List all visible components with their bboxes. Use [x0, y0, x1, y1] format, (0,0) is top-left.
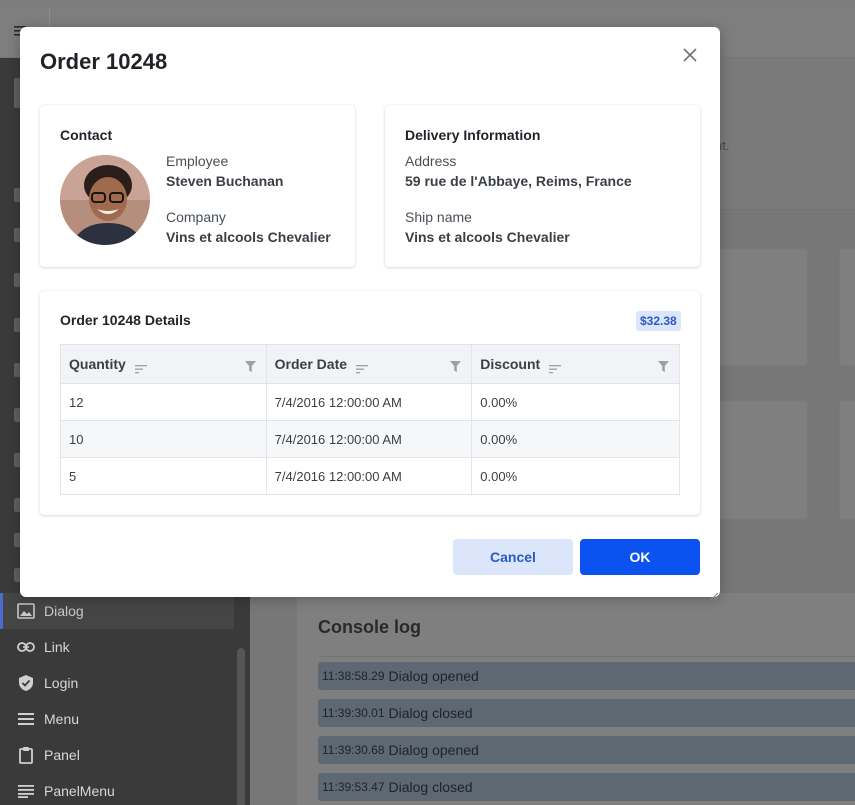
order-date-cell: 7/4/2016 12:00:00 AM	[265, 383, 473, 421]
discount-cell: 0.00%	[471, 420, 680, 458]
sidebar-item-label: Link	[44, 639, 70, 655]
column-header-label: Quantity	[69, 356, 126, 372]
console-title: Console log	[318, 617, 421, 637]
sidebar-scrollbar[interactable]	[237, 648, 245, 805]
sidebar-item-login[interactable]: Login	[0, 665, 234, 701]
log-message: Dialog opened	[388, 668, 479, 684]
sidebar-item-label: Dialog	[44, 603, 84, 619]
ok-button[interactable]: OK	[580, 539, 700, 575]
sidebar-item-menu[interactable]: Menu	[0, 701, 234, 737]
menu-icon	[16, 710, 36, 728]
bg-card	[839, 400, 855, 520]
address-label: Address	[405, 153, 457, 169]
employee-avatar	[60, 155, 150, 245]
bg-card	[839, 248, 855, 366]
quantity-cell: 12	[60, 383, 267, 421]
sidebar-item-label: Menu	[44, 711, 80, 727]
ship-name-label: Ship name	[405, 209, 472, 225]
resize-handle-icon[interactable]	[710, 587, 719, 601]
quantity-cell: 10	[60, 420, 267, 458]
sidebar-item-label: Panel	[44, 747, 80, 763]
filter-icon[interactable]	[658, 359, 669, 372]
table-header-row: Quantity Order Date Discount	[60, 344, 680, 384]
order-date-cell: 7/4/2016 12:00:00 AM	[265, 420, 473, 458]
log-entry: 11:38:58.29 Dialog opened	[318, 662, 855, 690]
filter-icon[interactable]	[244, 359, 256, 372]
sidebar-item-label: PanelMenu	[44, 783, 115, 799]
list-icon	[16, 782, 36, 800]
sidebar-item-dialog[interactable]: Dialog	[0, 593, 234, 629]
delivery-title: Delivery Information	[405, 127, 541, 143]
contact-card: Contact Employee Steven Buchanan Company…	[40, 105, 355, 267]
order-dialog: Order 10248 Contact Employee Steven Buch…	[20, 27, 720, 601]
log-message: Dialog opened	[388, 742, 479, 758]
console-divider	[318, 656, 855, 657]
contact-title: Contact	[60, 127, 113, 143]
filter-icon[interactable]	[450, 359, 462, 372]
column-header-label: Discount	[480, 356, 541, 372]
log-entry: 11:39:53.47 Dialog closed	[318, 773, 855, 801]
delivery-card: Delivery Information Address 59 rue de l…	[385, 105, 700, 267]
price-badge: $32.38	[636, 311, 681, 331]
log-entry: 11:39:30.01 Dialog closed	[318, 699, 855, 727]
company-label: Company	[166, 209, 226, 225]
log-message: Dialog closed	[388, 779, 473, 795]
console-panel: Console log 11:38:58.29 Dialog opened 11…	[297, 593, 855, 805]
image-icon	[16, 602, 36, 620]
column-header-label: Order Date	[274, 356, 348, 372]
close-button[interactable]	[676, 43, 704, 71]
shield-check-icon	[16, 674, 36, 692]
link-icon	[16, 638, 36, 656]
log-timestamp: 11:39:30.68	[322, 743, 385, 757]
order-details-table: Quantity Order Date Discount 12 7/4/2016…	[60, 344, 680, 495]
address-value: 59 rue de l'Abbaye, Reims, France	[405, 173, 632, 189]
table-row[interactable]: 5 7/4/2016 12:00:00 AM 0.00%	[60, 457, 680, 495]
employee-value: Steven Buchanan	[166, 173, 284, 189]
sidebar-item-link[interactable]: Link	[0, 629, 234, 665]
table-row[interactable]: 12 7/4/2016 12:00:00 AM 0.00%	[60, 383, 680, 421]
log-timestamp: 11:39:30.01	[322, 706, 385, 720]
sidebar-item-panel[interactable]: Panel	[0, 737, 234, 773]
clipboard-icon	[16, 746, 36, 764]
log-timestamp: 11:39:53.47	[322, 780, 385, 794]
sidebar-item-label: Login	[44, 675, 79, 691]
log-entry: 11:39:30.68 Dialog opened	[318, 736, 855, 764]
company-value: Vins et alcools Chevalier	[166, 229, 331, 245]
discount-cell: 0.00%	[471, 383, 680, 421]
details-title: Order 10248 Details	[60, 312, 191, 328]
sort-icon[interactable]	[355, 361, 368, 374]
cancel-button[interactable]: Cancel	[453, 539, 573, 575]
order-date-cell: 7/4/2016 12:00:00 AM	[265, 457, 473, 495]
sidebar-item-panelmenu[interactable]: PanelMenu	[0, 773, 234, 805]
sort-icon[interactable]	[134, 361, 147, 374]
employee-label: Employee	[166, 153, 229, 169]
table-row[interactable]: 10 7/4/2016 12:00:00 AM 0.00%	[60, 420, 680, 458]
sort-icon[interactable]	[549, 361, 562, 374]
column-header-discount[interactable]: Discount	[471, 344, 680, 384]
order-details-card: Order 10248 Details $32.38 Quantity Orde…	[40, 291, 700, 515]
column-header-order-date[interactable]: Order Date	[265, 344, 473, 384]
log-message: Dialog closed	[388, 705, 473, 721]
log-timestamp: 11:38:58.29	[322, 669, 385, 683]
ship-name-value: Vins et alcools Chevalier	[405, 229, 570, 245]
discount-cell: 0.00%	[471, 457, 680, 495]
quantity-cell: 5	[60, 457, 267, 495]
close-icon	[683, 47, 697, 67]
column-header-quantity[interactable]: Quantity	[60, 344, 267, 384]
dialog-title: Order 10248	[40, 49, 168, 74]
